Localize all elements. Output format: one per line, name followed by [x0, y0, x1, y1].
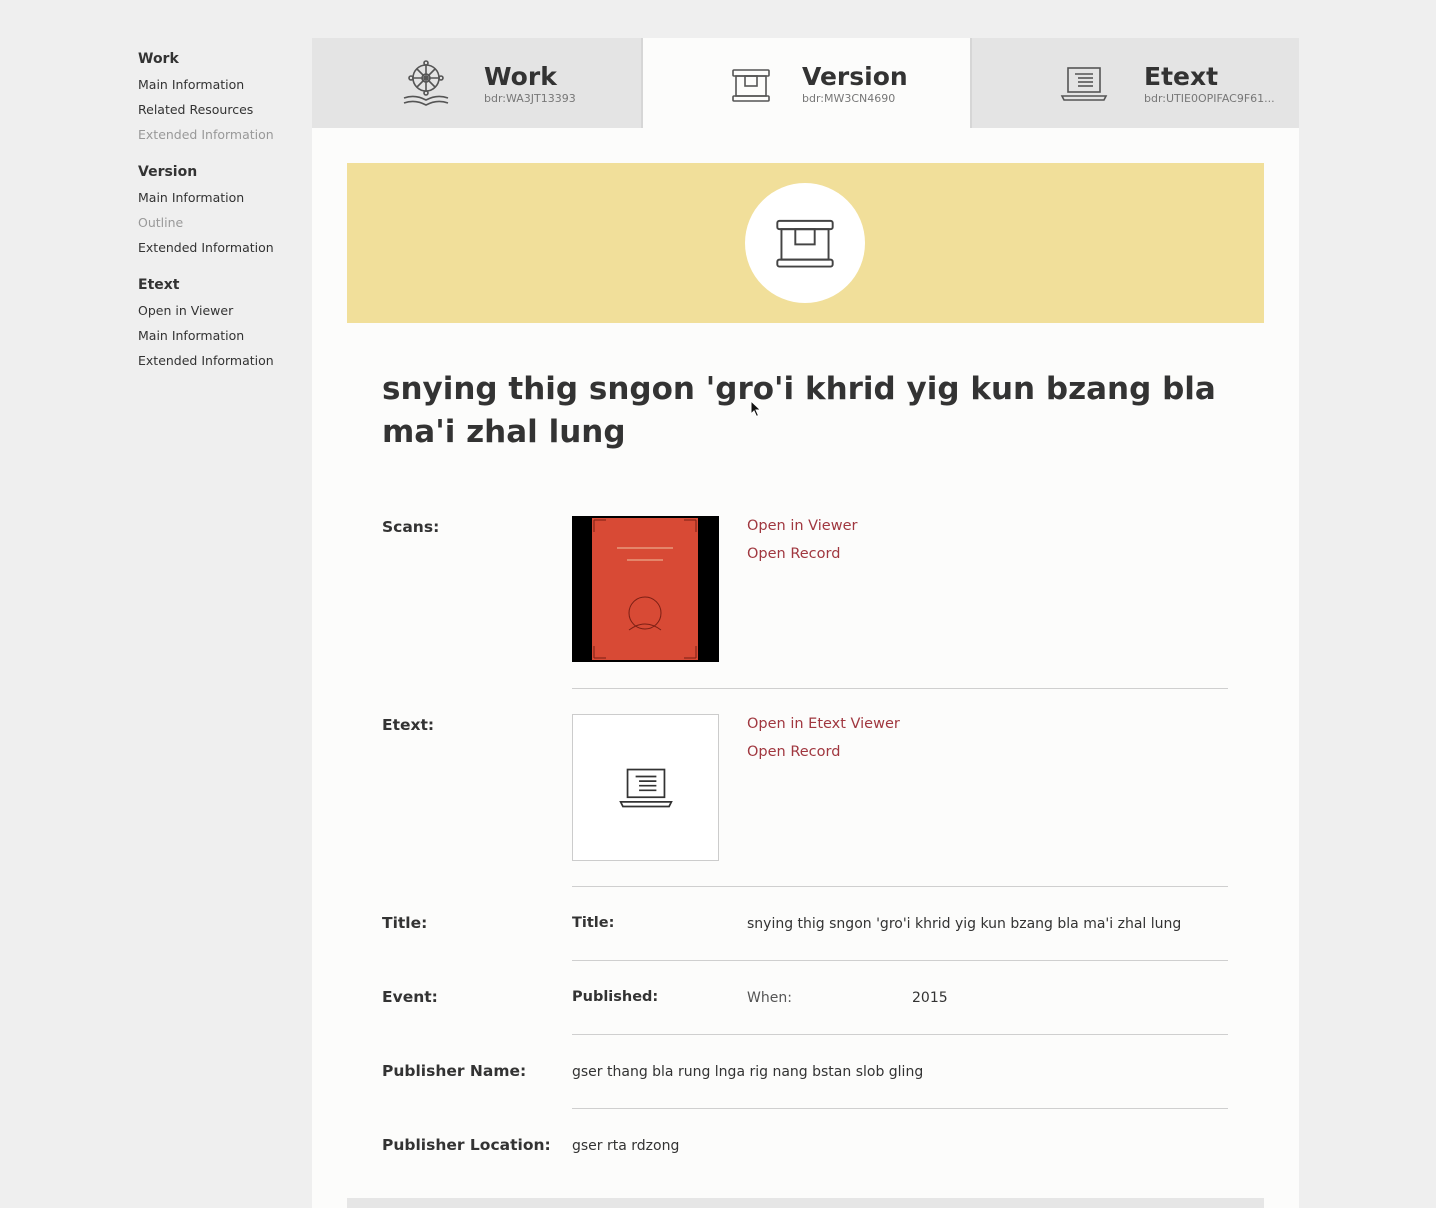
page-title: snying thig sngon 'gro'i khrid yig kun b…	[382, 371, 1216, 450]
next-section-edge	[347, 1198, 1264, 1208]
tab-etext-id: bdr:UTIE0OPIFAC9F61...	[1144, 92, 1275, 105]
etext-open-record-link[interactable]: Open Record	[747, 744, 840, 760]
tab-work[interactable]: Work bdr:WA3JT13393	[312, 38, 641, 128]
sidebar-heading-etext[interactable]: Etext	[138, 274, 308, 296]
divider	[572, 960, 1228, 961]
when-label: When:	[747, 990, 792, 1006]
scans-open-record-link[interactable]: Open Record	[747, 546, 840, 562]
book-cover-image	[592, 518, 698, 660]
ornament-decoration	[593, 519, 697, 659]
publisher-location-label: Publisher Location:	[382, 1136, 551, 1154]
pecha-box-icon	[732, 69, 770, 102]
sidebar-item-version-extended-information[interactable]: Extended Information	[138, 235, 308, 260]
hero-banner	[347, 163, 1264, 323]
title-value: snying thig sngon 'gro'i khrid yig kun b…	[747, 916, 1182, 932]
when-value: 2015	[912, 990, 948, 1006]
etext-label: Etext:	[382, 716, 435, 734]
sidebar-group-version: Version Main Information Outline Extende…	[138, 161, 308, 260]
banner-icon-circle	[745, 183, 865, 303]
event-row-label: Event:	[382, 988, 438, 1006]
sidebar-item-work-related-resources[interactable]: Related Resources	[138, 97, 308, 122]
tab-work-id: bdr:WA3JT13393	[484, 92, 576, 105]
sidebar-item-work-main-information[interactable]: Main Information	[138, 72, 308, 97]
tab-etext-title: Etext	[1144, 62, 1219, 91]
divider	[572, 1108, 1228, 1109]
sidebar-group-work: Work Main Information Related Resources …	[138, 48, 308, 147]
tab-version[interactable]: Version bdr:MW3CN4690	[641, 38, 970, 128]
pecha-box-icon	[776, 219, 834, 268]
laptop-icon	[618, 768, 673, 807]
divider	[572, 886, 1228, 887]
sidebar-item-etext-open-in-viewer[interactable]: Open in Viewer	[138, 298, 308, 323]
tab-work-title: Work	[484, 62, 557, 91]
main-panel: Work bdr:WA3JT13393 Version bdr:MW3CN469…	[312, 38, 1299, 1208]
etext-thumbnail[interactable]	[572, 714, 719, 861]
sidebar-item-version-main-information[interactable]: Main Information	[138, 185, 308, 210]
sidebar-item-work-extended-information[interactable]: Extended Information	[138, 122, 308, 147]
publisher-location-value: gser rta rdzong	[572, 1138, 680, 1154]
tab-version-id: bdr:MW3CN4690	[802, 92, 896, 105]
mouse-cursor-icon	[750, 400, 762, 418]
laptop-icon	[1060, 67, 1108, 101]
tab-version-title: Version	[802, 62, 908, 91]
published-sublabel: Published:	[572, 989, 659, 1005]
sidebar-item-etext-main-information[interactable]: Main Information	[138, 323, 308, 348]
tab-etext[interactable]: Etext bdr:UTIE0OPIFAC9F61...	[970, 38, 1299, 128]
dharma-wheel-book-icon	[403, 60, 449, 106]
sidebar-heading-work[interactable]: Work	[138, 48, 308, 70]
etext-open-in-etext-viewer-link[interactable]: Open in Etext Viewer	[747, 716, 900, 732]
scans-open-in-viewer-link[interactable]: Open in Viewer	[747, 518, 857, 534]
resource-tabs: Work bdr:WA3JT13393 Version bdr:MW3CN469…	[312, 38, 1299, 128]
divider	[572, 688, 1228, 689]
title-row-label: Title:	[382, 914, 428, 932]
publisher-name-value: gser thang bla rung lnga rig nang bstan …	[572, 1064, 924, 1080]
sidebar-item-version-outline[interactable]: Outline	[138, 210, 308, 235]
sidebar-item-etext-extended-information[interactable]: Extended Information	[138, 348, 308, 373]
title-sublabel: Title:	[572, 915, 615, 931]
scan-thumbnail[interactable]	[572, 516, 719, 662]
publisher-name-label: Publisher Name:	[382, 1062, 527, 1080]
sidebar-group-etext: Etext Open in Viewer Main Information Ex…	[138, 274, 308, 373]
sidebar-nav: Work Main Information Related Resources …	[138, 48, 308, 387]
scans-label: Scans:	[382, 518, 440, 536]
divider	[572, 1034, 1228, 1035]
sidebar-heading-version[interactable]: Version	[138, 161, 308, 183]
